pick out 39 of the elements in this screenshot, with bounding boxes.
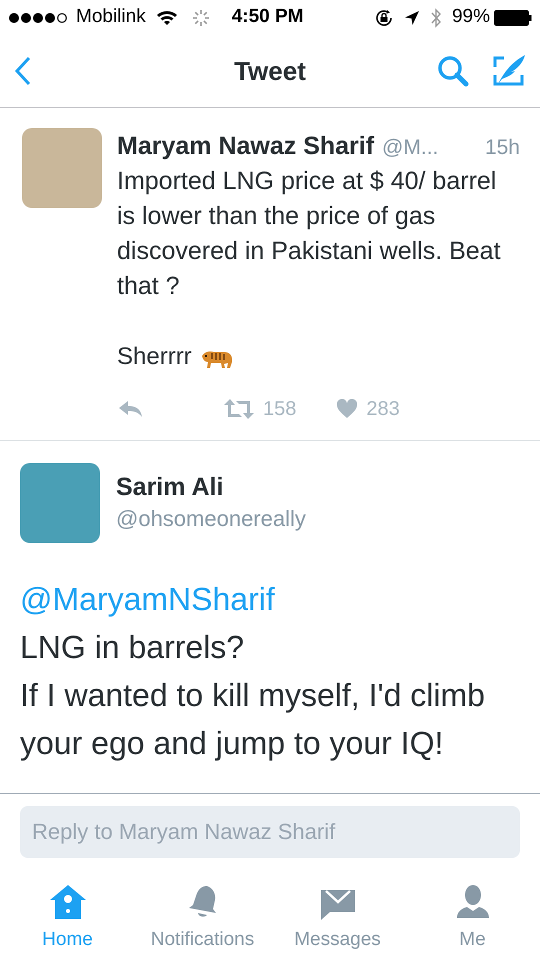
tweet-signoff: Sherrrr bbox=[117, 342, 192, 372]
back-icon[interactable] bbox=[14, 56, 32, 86]
author-handle: @M... bbox=[382, 135, 438, 161]
avatar-photo-placeholder[interactable] bbox=[22, 128, 102, 208]
search-icon[interactable] bbox=[436, 54, 470, 88]
tab[interactable]: Notifications bbox=[135, 872, 270, 954]
status-time: 4:50 PM bbox=[232, 5, 304, 30]
envelope-icon bbox=[320, 888, 356, 920]
person-icon bbox=[456, 884, 490, 920]
reply-field[interactable]: Reply to Maryam Nawaz Sharif bbox=[20, 806, 520, 858]
tweet-text: @MaryamNSharif LNG in barrels? bbox=[20, 580, 276, 667]
tab[interactable]: Home bbox=[0, 872, 135, 954]
tab[interactable]: Messages bbox=[270, 872, 405, 954]
retweet-count: 158 bbox=[263, 397, 296, 422]
battery-percent: 99% bbox=[452, 5, 490, 30]
house-icon bbox=[48, 884, 88, 920]
compose-tweet-icon[interactable] bbox=[492, 54, 526, 88]
wifi-icon bbox=[156, 10, 178, 26]
rotation-lock-icon bbox=[374, 8, 394, 28]
tweet-text: If I wanted to kill myself, I'd climb your ego and jump to your IQ! bbox=[20, 676, 486, 763]
reply-icon[interactable] bbox=[117, 399, 145, 419]
heart-icon[interactable] bbox=[336, 399, 358, 419]
location-arrow-icon bbox=[404, 10, 420, 26]
tab[interactable]: Me bbox=[405, 872, 540, 954]
mention-link[interactable]: @MaryamNSharif bbox=[20, 581, 275, 617]
tweet-time: 15h bbox=[484, 135, 520, 161]
retweet-icon[interactable] bbox=[223, 398, 255, 420]
activity-spinner-icon bbox=[192, 8, 210, 26]
bluetooth-icon bbox=[430, 8, 442, 28]
avatar-photo-placeholder[interactable] bbox=[20, 463, 100, 543]
tweet-text: Imported LNG price at $ 40/ barrel is lower than the price of gas discovered in Pakistani wells. Beat that ? bbox=[117, 166, 502, 302]
like-count: 283 bbox=[366, 397, 400, 422]
battery-icon bbox=[494, 10, 532, 26]
carrier-name: Mobilink bbox=[76, 5, 146, 30]
author-name[interactable]: Sarim Ali bbox=[116, 471, 306, 503]
author-name[interactable]: Maryam Nawaz Sharif bbox=[117, 128, 374, 166]
signal-icon bbox=[8, 12, 70, 24]
author-handle: @ohsomeonereally bbox=[116, 505, 306, 533]
nav-title: Tweet bbox=[233, 54, 307, 88]
